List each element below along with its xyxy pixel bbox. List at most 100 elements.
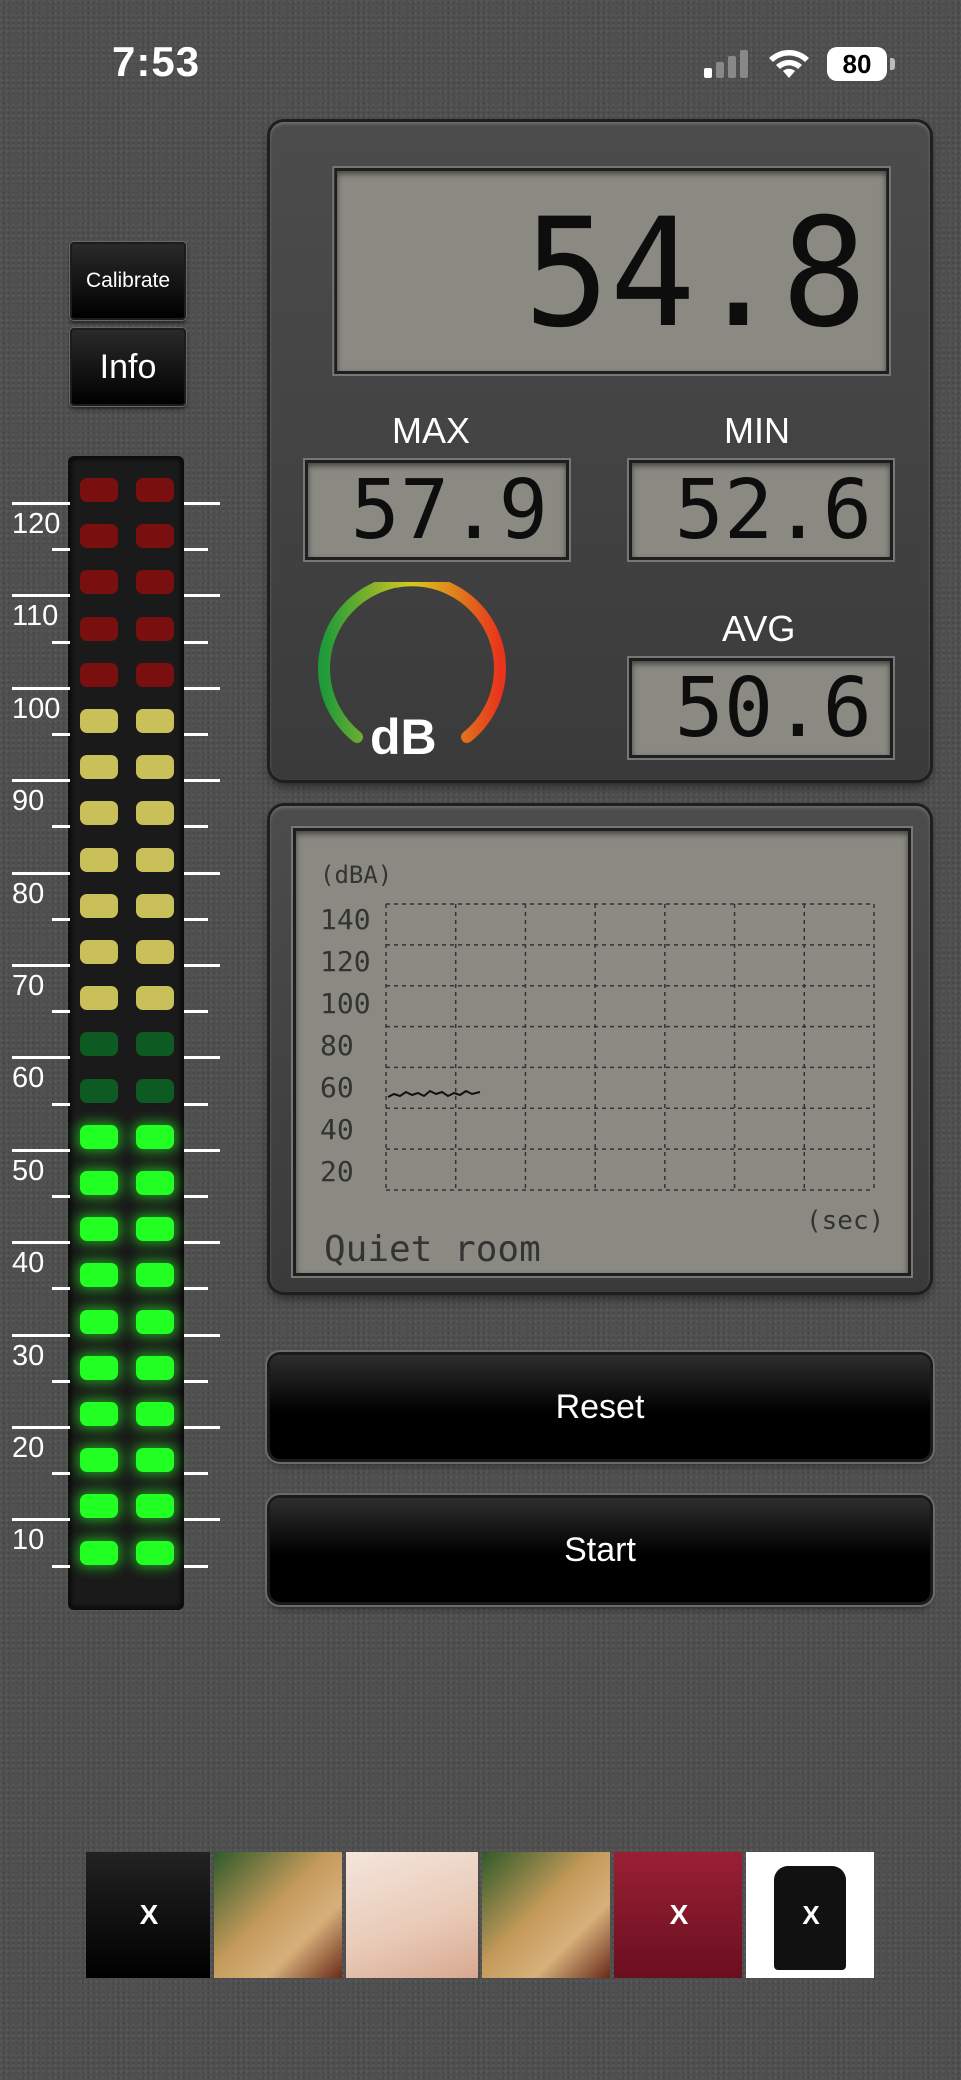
meter-led	[136, 1263, 174, 1288]
meter-tick-right	[184, 1426, 220, 1429]
meter-tick-right	[184, 779, 220, 783]
meter-led	[80, 524, 118, 549]
meter-tick-left	[12, 1333, 70, 1337]
meter-led	[136, 1540, 174, 1565]
meter-tick-right	[184, 1241, 220, 1245]
ad-image-hoodie-black[interactable]: X	[86, 1852, 210, 1978]
graph-unit-label: (dBA)	[320, 861, 393, 889]
meter-tick-right	[184, 1379, 208, 1383]
graph-y-tick: 100	[320, 987, 371, 1020]
meter-led	[136, 801, 174, 826]
graph-x-unit: (sec)	[806, 1206, 885, 1236]
meter-tick-right	[184, 548, 208, 552]
min-label: MIN	[724, 410, 790, 451]
meter-tick-left	[52, 640, 70, 644]
meter-tick-left	[52, 1010, 70, 1014]
graph-grid	[385, 903, 875, 1191]
meter-tick-right	[184, 1195, 208, 1198]
graph-y-tick: 40	[320, 1113, 354, 1146]
meter-tick-right	[184, 640, 208, 644]
meter-scale-label: 40	[12, 1247, 45, 1280]
ad-image-doll[interactable]	[346, 1852, 478, 1978]
status-time: 7:53	[112, 38, 201, 85]
avg-value-display: 50.6	[629, 658, 893, 758]
graph-y-tick: 60	[320, 1071, 354, 1104]
meter-tick-left	[52, 548, 70, 552]
history-graph: (dBA) 140 120 100 80 60 40 20 (sec) Quiet room	[293, 828, 911, 1276]
graph-y-tick: 140	[320, 903, 371, 936]
calibrate-button[interactable]: Calibrate	[70, 242, 186, 320]
meter-tick-right	[184, 733, 208, 736]
meter-tick-left	[12, 1056, 70, 1060]
meter-led	[136, 478, 174, 502]
meter-led	[136, 1355, 174, 1380]
graph-y-tick: 80	[320, 1029, 354, 1062]
meter-led	[136, 1171, 174, 1195]
meter-tick-left	[12, 1518, 70, 1522]
meter-led	[80, 755, 118, 780]
meter-tick-right	[184, 1010, 208, 1014]
meter-led	[136, 1032, 174, 1057]
meter-tick-right	[184, 871, 220, 875]
meter-led	[136, 662, 174, 687]
meter-led	[80, 662, 118, 687]
meter-scale-label: 20	[12, 1432, 45, 1464]
meter-led	[80, 570, 118, 595]
meter-tick-right	[184, 502, 220, 505]
meter-scale-label: 60	[12, 1062, 45, 1095]
meter-tick-right	[184, 1518, 220, 1522]
meter-tick-right	[184, 1472, 208, 1476]
meter-led	[136, 709, 174, 733]
meter-tick-left	[12, 1426, 70, 1429]
meter-led	[80, 616, 118, 641]
meter-tick-right	[184, 917, 208, 921]
reset-button[interactable]: Reset	[270, 1355, 930, 1459]
meter-tick-left	[12, 871, 70, 875]
meter-led	[80, 986, 118, 1011]
meter-tick-right	[184, 825, 208, 829]
meter-tick-right	[184, 1056, 220, 1060]
meter-tick-left	[52, 825, 70, 829]
meter-scale-label: 80	[12, 877, 45, 910]
meter-led	[80, 1217, 118, 1242]
battery-indicator: 80	[827, 47, 887, 81]
meter-scale-label: 100	[12, 692, 61, 725]
meter-tick-right	[184, 1102, 208, 1106]
meter-tick-left	[52, 1379, 70, 1383]
meter-led	[80, 1402, 118, 1426]
meter-scale-label: 30	[12, 1339, 45, 1372]
meter-scale-label: 110	[12, 600, 59, 633]
battery-tip	[890, 58, 895, 70]
meter-tick-left	[12, 964, 70, 967]
meter-led	[80, 709, 118, 733]
cellular-signal-icon	[704, 50, 748, 78]
min-value-display: 52.6	[629, 460, 893, 560]
meter-led	[136, 1078, 174, 1103]
meter-led	[136, 1124, 174, 1149]
meter-tick-left	[12, 779, 70, 783]
meter-led	[136, 616, 174, 641]
meter-led	[80, 1032, 118, 1057]
wifi-icon	[769, 50, 809, 78]
ad-image-dress[interactable]	[214, 1852, 342, 1978]
meter-led	[80, 1171, 118, 1195]
meter-tick-left	[52, 1472, 70, 1476]
graph-y-tick: 120	[320, 945, 371, 978]
ad-image-hoodie-red[interactable]: X	[614, 1852, 742, 1978]
meter-tick-right	[184, 964, 220, 967]
ad-image-dress-2[interactable]	[482, 1852, 610, 1978]
meter-led	[80, 1124, 118, 1149]
meter-led	[136, 893, 174, 918]
meter-tick-right	[184, 1148, 220, 1152]
meter-led	[80, 478, 118, 502]
info-button[interactable]: Info	[70, 328, 186, 406]
meter-led	[80, 1309, 118, 1334]
meter-tick-left	[12, 686, 70, 690]
meter-tick-left	[52, 1564, 70, 1568]
meter-scale-label: 50	[12, 1154, 45, 1187]
meter-scale-label: 90	[12, 785, 45, 818]
ad-image-hoodie-black-2[interactable]: X	[746, 1852, 874, 1978]
meter-led	[80, 1494, 118, 1519]
max-value-display: 57.9	[305, 460, 569, 560]
start-button[interactable]: Start	[270, 1498, 930, 1602]
